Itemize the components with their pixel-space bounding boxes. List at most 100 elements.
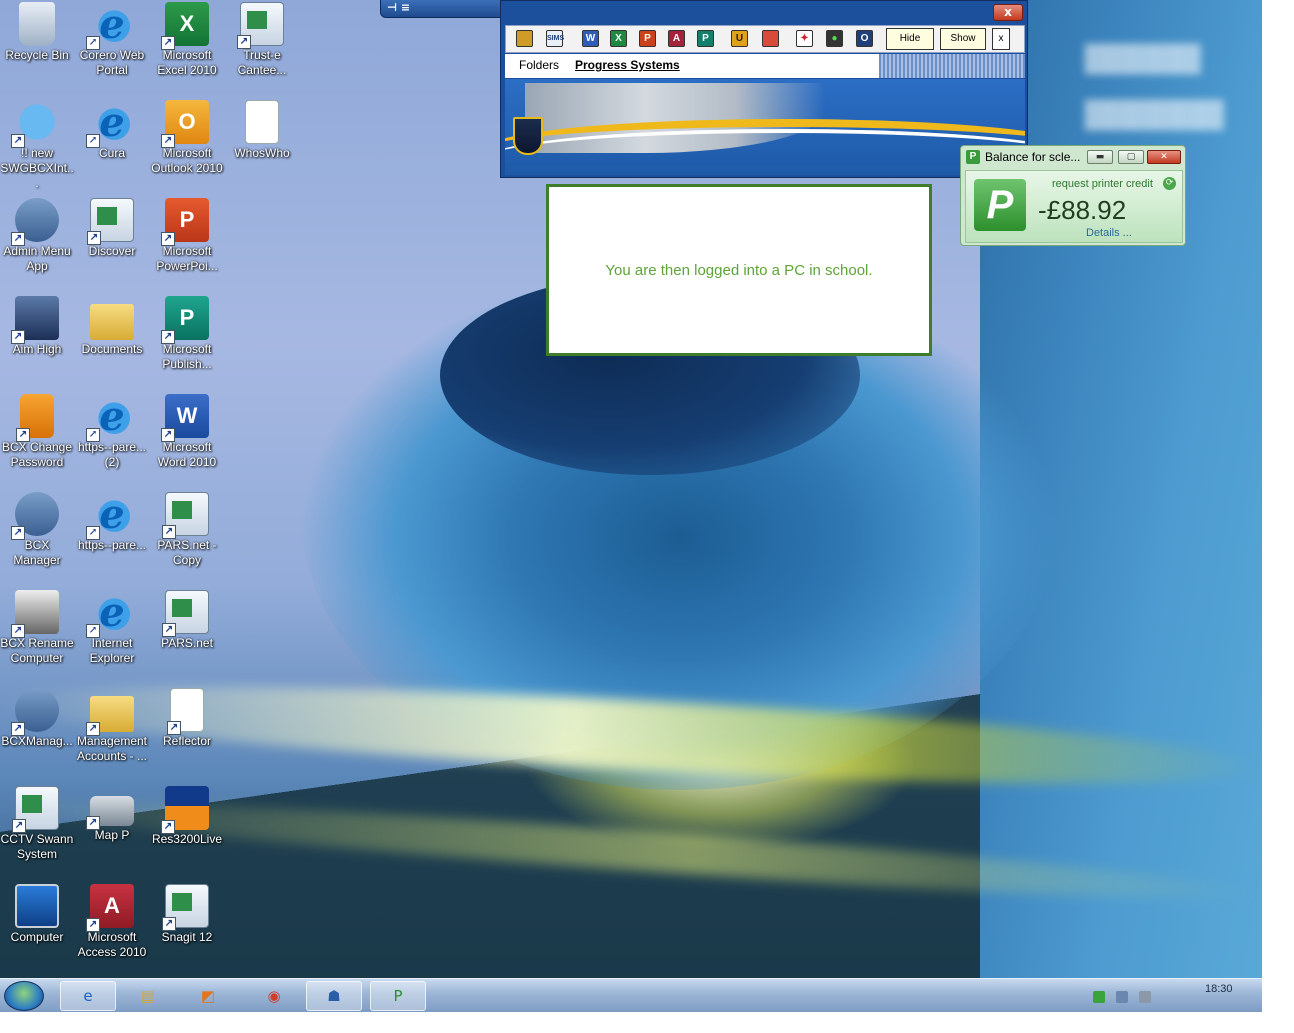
- internet-explorer-icon: e ↗: [86, 1, 134, 50]
- powerpoint-icon: P ↗: [161, 198, 209, 246]
- desktop-icon-recycle-bin[interactable]: Recycle Bin: [0, 2, 74, 63]
- publisher-tool-icon[interactable]: P: [697, 30, 714, 47]
- close-button[interactable]: ✕: [1147, 150, 1181, 164]
- network-icon: ↗: [11, 296, 59, 344]
- desktop-icon-bcxmanag[interactable]: ↗ BCXManag...: [0, 688, 74, 749]
- desktop-icon-corero-web-portal[interactable]: e ↗ Corero Web Portal: [75, 1, 149, 78]
- access-tool-icon[interactable]: A: [668, 30, 685, 47]
- taskbar-papercut-icon[interactable]: P: [370, 981, 426, 1011]
- powerpoint-tool-icon[interactable]: P: [639, 30, 656, 47]
- desktop-icon-internet-explorer[interactable]: e ↗ Internet Explorer: [75, 589, 149, 666]
- school-banner: [505, 79, 1025, 175]
- balance-amount: -£88.92: [1038, 195, 1127, 225]
- maximize-button[interactable]: ▢: [1118, 150, 1144, 164]
- taskbar-chrome-icon[interactable]: ◉: [246, 981, 302, 1011]
- desktop-icon-microsoft-powerpoint[interactable]: P ↗ Microsoft PowerPoi...: [150, 198, 224, 274]
- taskbar-app-icon[interactable]: ◩: [180, 981, 236, 1011]
- desktop-icon-documents[interactable]: Documents: [75, 296, 149, 357]
- desktop-icon-https-pare-2[interactable]: e ↗ https--pare... (2): [75, 393, 149, 470]
- folder-icon: [90, 304, 134, 340]
- desktop-icon-microsoft-word[interactable]: W ↗ Microsoft Word 2010: [150, 394, 224, 470]
- u-tool-icon[interactable]: U: [731, 30, 748, 47]
- lock-icon: ↗: [16, 394, 54, 442]
- publisher-icon: P ↗: [161, 296, 209, 344]
- desktop-icon-microsoft-outlook[interactable]: O ↗ Microsoft Outlook 2010: [150, 100, 224, 176]
- tray-papercut-icon[interactable]: [1093, 991, 1105, 1003]
- folder-icon: ↗: [86, 696, 134, 736]
- word-tool-icon[interactable]: W: [582, 30, 599, 47]
- desktop-icon-map-p[interactable]: ↗ Map P: [75, 786, 149, 843]
- desktop-icon-snagit[interactable]: ↗ Snagit 12: [150, 884, 224, 945]
- menu-pattern: [879, 54, 1025, 78]
- o-tool-icon[interactable]: O: [856, 30, 873, 47]
- desktop-icon-bcx-manager[interactable]: ↗ BCX Manager: [0, 492, 74, 568]
- school-crest-icon: [513, 117, 543, 155]
- folder-app-icon[interactable]: [516, 30, 533, 47]
- school-launcher-window: x SIMS W X P A P U ✦ ● O Hide Show x Fol…: [500, 0, 1028, 178]
- toolbar-close-button[interactable]: x: [992, 28, 1010, 50]
- desktop-icon-bcx-rename-computer[interactable]: ↗ BCX Rename Computer: [0, 590, 74, 666]
- desktop-icon-new-swgbcx[interactable]: ↗ !! new SWGBCXInt...: [0, 100, 74, 191]
- printer-balance-window: P Balance for scle... ▬ ▢ ✕ P request pr…: [960, 145, 1186, 246]
- outlook-icon: O ↗: [161, 100, 209, 148]
- users-icon: ↗: [11, 492, 59, 540]
- desktop-icon-https-pare[interactable]: e ↗ https--pare...: [75, 491, 149, 553]
- recycle-bin-icon: [19, 2, 55, 46]
- excel-tool-icon[interactable]: X: [610, 30, 627, 47]
- desktop-icon-computer[interactable]: Computer: [0, 884, 74, 945]
- desktop-icon-res3200live[interactable]: ↗ Res3200Live: [150, 786, 224, 847]
- desktop-icon-cura[interactable]: e ↗ Cura: [75, 99, 149, 161]
- desktop-icon-reflector[interactable]: ↗ Reflector: [150, 688, 224, 749]
- desktop-icon-pars-net-copy[interactable]: ↗ PARS.net - Copy: [150, 492, 224, 568]
- desktop: ▇▇▇▇▇ ▇▇▇▇▇▇ Recycle Bin ↗ !! new SWGBCXI…: [0, 0, 1262, 978]
- instruction-callout: You are then logged into a PC in school.: [546, 184, 932, 356]
- desktop-icon-trust-e-canteen[interactable]: ↗ Trust-e Cantee...: [225, 2, 299, 78]
- launcher-toolbar: SIMS W X P A P U ✦ ● O Hide Show x: [505, 25, 1025, 53]
- desktop-icon-microsoft-publisher[interactable]: P ↗ Microsoft Publish...: [150, 296, 224, 372]
- desktop-icon-cctv-swann-system[interactable]: ↗ CCTV Swann System: [0, 786, 74, 862]
- rename-icon: ↗: [11, 590, 59, 638]
- desktop-icon-discover[interactable]: ↗ Discover: [75, 198, 149, 259]
- banner-swoosh: [505, 129, 1025, 175]
- desktop-icon-bcx-change-password[interactable]: ↗ BCX Change Password: [0, 394, 74, 470]
- sims-icon[interactable]: SIMS: [546, 30, 564, 47]
- desktop-icon-microsoft-access[interactable]: A ↗ Microsoft Access 2010: [75, 884, 149, 960]
- details-link[interactable]: Details ...: [1086, 227, 1132, 239]
- desktop-icon-aim-high[interactable]: ↗ Aim High: [0, 296, 74, 357]
- hide-button[interactable]: Hide: [886, 28, 934, 50]
- desktop-icon-admin-menu-app[interactable]: ↗ Admin Menu App: [0, 198, 74, 274]
- document-icon: [245, 100, 279, 144]
- globe-icon: ↗: [11, 100, 59, 148]
- desktop-icon-pars-net[interactable]: ↗ PARS.net: [150, 590, 224, 651]
- star-tool-icon[interactable]: ✦: [796, 30, 813, 47]
- papercut-icon: P: [966, 150, 980, 164]
- desktop-icon-microsoft-excel[interactable]: X ↗ Microsoft Excel 2010: [150, 2, 224, 78]
- taskbar-users-icon[interactable]: ☗: [306, 981, 362, 1011]
- users-icon: ↗: [11, 688, 59, 736]
- application-icon: ↗: [162, 492, 209, 539]
- application-icon: ↗: [237, 2, 284, 49]
- users-icon: ↗: [11, 198, 59, 246]
- taskbar-explorer-icon[interactable]: ▤: [120, 981, 176, 1011]
- tray-network-icon[interactable]: [1116, 991, 1128, 1003]
- toolbar-grip-icon[interactable]: ⊣ ≡: [387, 1, 410, 14]
- taskbar-internet-explorer-icon[interactable]: e: [60, 981, 116, 1011]
- start-button[interactable]: [4, 981, 44, 1011]
- request-printer-credit-link[interactable]: request printer credit: [1052, 178, 1153, 190]
- desktop-icon-whoswho[interactable]: WhosWho: [225, 100, 299, 161]
- tray-volume-icon[interactable]: [1139, 991, 1151, 1003]
- traffic-light-icon[interactable]: ●: [826, 30, 843, 47]
- request-credit-icon[interactable]: ⟳: [1163, 177, 1176, 190]
- launcher-close-button[interactable]: x: [993, 4, 1023, 21]
- minimize-button[interactable]: ▬: [1087, 150, 1113, 164]
- menu-folders[interactable]: Folders: [519, 58, 559, 72]
- show-button[interactable]: Show: [940, 28, 986, 50]
- network-drive-icon: ↗: [86, 796, 134, 830]
- menu-progress-systems[interactable]: Progress Systems: [575, 58, 680, 72]
- res-icon: ↗: [161, 786, 209, 834]
- desktop-icon-management-accounts[interactable]: ↗ Management Accounts - ...: [75, 688, 149, 764]
- taskbar-clock[interactable]: 18:30: [1205, 983, 1233, 995]
- application-icon: ↗: [162, 884, 209, 931]
- calendar-tool-icon[interactable]: [762, 30, 779, 47]
- word-icon: W ↗: [161, 394, 209, 442]
